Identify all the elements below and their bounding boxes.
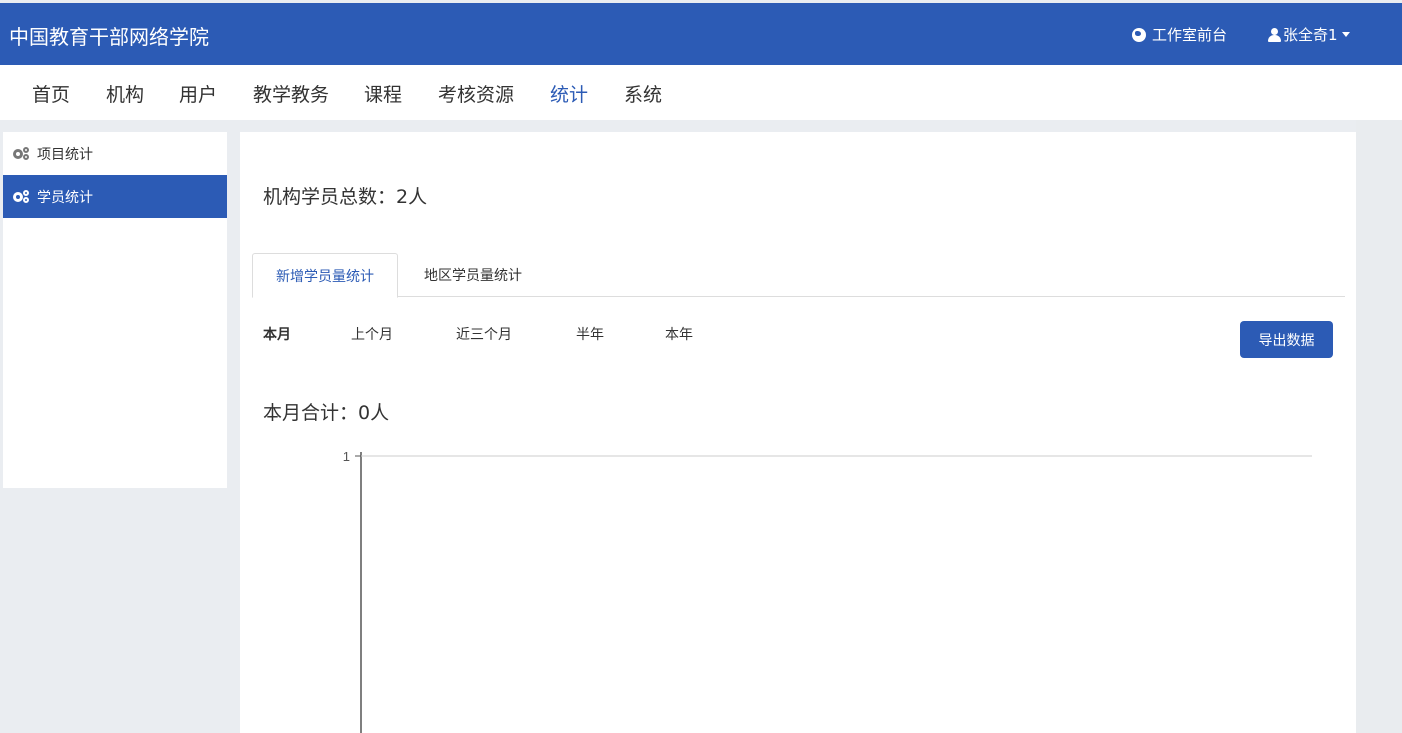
gears-icon — [13, 190, 30, 203]
nav-item-teaching[interactable]: 教学教务 — [253, 80, 329, 107]
nav-item-home[interactable]: 首页 — [32, 80, 70, 107]
site-brand[interactable]: 中国教育干部网络学院 — [9, 21, 209, 50]
period-half-year[interactable]: 半年 — [576, 324, 604, 344]
user-name: 张全奇1 — [1283, 26, 1338, 44]
frontdesk-label: 工作室前台 — [1152, 26, 1228, 44]
nav-item-assessment[interactable]: 考核资源 — [438, 80, 514, 107]
month-total: 本月合计：0人 — [263, 402, 390, 424]
globe-icon — [1132, 27, 1146, 42]
tab-new-students[interactable]: 新增学员量统计 — [252, 253, 398, 298]
right-gutter — [1356, 120, 1402, 733]
user-menu[interactable]: 张全奇1 — [1268, 24, 1350, 45]
period-this-month[interactable]: 本月 — [263, 324, 291, 344]
nav-item-organization[interactable]: 机构 — [106, 80, 144, 107]
sidebar-item-label: 项目统计 — [37, 146, 93, 163]
sidebar-item-label: 学员统计 — [37, 189, 93, 206]
top-header: 中国教育干部网络学院 工作室前台 张全奇1 — [0, 3, 1402, 65]
nav-item-statistics[interactable]: 统计 — [550, 80, 588, 107]
main-panel: 机构学员总数：2人 新增学员量统计 地区学员量统计 本月 上个月 近三个月 半年… — [240, 132, 1356, 733]
nav-item-users[interactable]: 用户 — [179, 80, 217, 107]
nav-item-courses[interactable]: 课程 — [364, 80, 402, 107]
caret-down-icon — [1341, 32, 1350, 37]
frontdesk-link[interactable]: 工作室前台 — [1132, 24, 1227, 45]
period-this-year[interactable]: 本年 — [665, 324, 693, 344]
org-student-total: 机构学员总数：2人 — [263, 186, 428, 208]
stats-tabs: 新增学员量统计 地区学员量统计 — [252, 253, 1345, 298]
nav-item-system[interactable]: 系统 — [624, 80, 662, 107]
export-data-button[interactable]: 导出数据 — [1240, 321, 1333, 358]
sidebar-item-student-stats[interactable]: 学员统计 — [3, 175, 227, 218]
period-last-three-months[interactable]: 近三个月 — [456, 324, 512, 344]
tab-region-students[interactable]: 地区学员量统计 — [398, 253, 548, 297]
sidebar: 项目统计 学员统计 — [3, 132, 227, 488]
chart-y-tick-label: 1 — [343, 449, 350, 464]
user-icon — [1268, 27, 1281, 42]
gears-icon — [13, 147, 30, 160]
sidebar-item-project-stats[interactable]: 项目统计 — [3, 132, 227, 175]
main-nav: 首页 机构 用户 教学教务 课程 考核资源 统计 系统 — [0, 65, 1402, 120]
new-students-chart: 1 — [343, 449, 1312, 733]
period-last-month[interactable]: 上个月 — [351, 324, 393, 344]
